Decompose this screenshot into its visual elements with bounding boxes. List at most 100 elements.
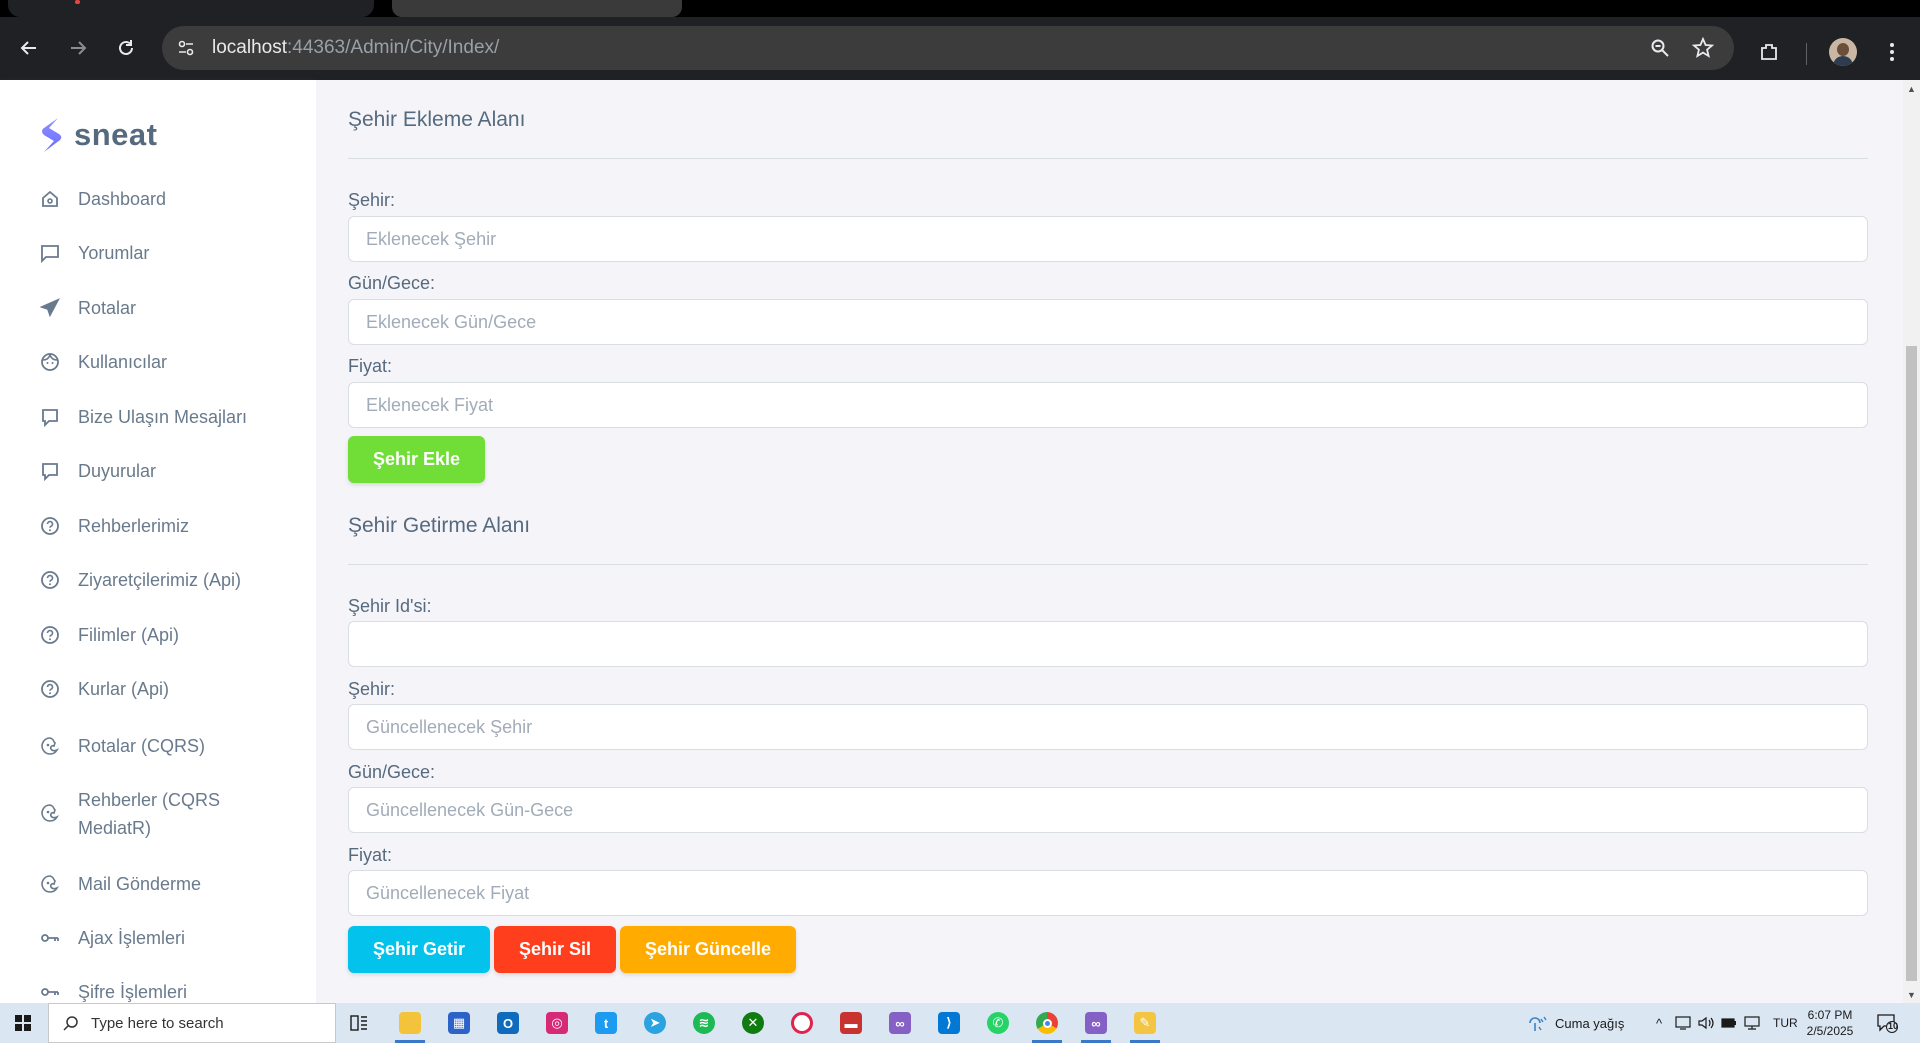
start-button[interactable]: [0, 1003, 46, 1043]
taskbar-telegram[interactable]: ➤: [636, 1007, 674, 1039]
weather-icon[interactable]: [1526, 1013, 1550, 1033]
xbox-icon: ✕: [742, 1012, 764, 1034]
page-scrollbar[interactable]: ▲ ▼: [1903, 80, 1920, 1003]
taskbar-store[interactable]: ▦: [440, 1007, 478, 1039]
taskbar-file-explorer[interactable]: [391, 1007, 429, 1043]
sidebar-item-ziyaretcilerimiz[interactable]: Ziyaretçilerimiz (Api): [38, 569, 298, 594]
battery-icon[interactable]: [1720, 1013, 1738, 1033]
sneat-logo-icon: [42, 118, 62, 152]
zoom-icon[interactable]: [1648, 36, 1672, 60]
sidebar-item-label: Kurlar (Api): [78, 679, 170, 699]
get-section-title: Şehir Getirme Alanı: [348, 514, 531, 537]
visual-studio-icon: ∞: [1085, 1012, 1107, 1034]
taskbar-visual-studio-2[interactable]: ∞: [1077, 1007, 1115, 1043]
taskbar-instagram[interactable]: ◎: [538, 1007, 576, 1039]
arrow-right-icon: [71, 41, 87, 55]
store-icon: ▦: [448, 1012, 470, 1034]
taskbar-twitter[interactable]: t: [587, 1007, 625, 1039]
scroll-up-arrow-icon[interactable]: ▲: [1903, 80, 1920, 97]
sidebar-item-duyurular[interactable]: Duyurular: [38, 460, 298, 485]
taskbar-spotify[interactable]: ≋: [685, 1007, 723, 1039]
forward-button[interactable]: [61, 31, 95, 65]
display-icon[interactable]: [1743, 1013, 1761, 1033]
tab-inactive[interactable]: [392, 0, 682, 17]
arrow-left-icon: [20, 41, 36, 55]
get-city-button[interactable]: Şehir Getir: [348, 926, 491, 973]
task-view-button[interactable]: [340, 1007, 378, 1039]
delete-city-button[interactable]: Şehir Sil: [494, 926, 617, 973]
scroll-thumb[interactable]: [1906, 346, 1917, 981]
profile-avatar[interactable]: [1829, 38, 1857, 66]
sidebar-item-rotalar-cqrs[interactable]: Rotalar (CQRS): [38, 735, 298, 760]
sidebar-item-label: Rehberlerimiz: [78, 516, 190, 536]
reload-button[interactable]: [109, 31, 143, 65]
windows-logo-icon: [15, 1015, 31, 1031]
add-city-button[interactable]: Şehir Ekle: [348, 436, 486, 483]
extensions-icon[interactable]: [1756, 39, 1782, 65]
taskbar-vscode[interactable]: ⟩: [930, 1007, 968, 1039]
sidebar-item-rehberlerimiz[interactable]: Rehberlerimiz: [38, 515, 298, 540]
sidebar-item-bize-ulasin-mesajlari[interactable]: Bize Ulaşın Mesajları: [38, 406, 298, 431]
sidebar-item-filimler[interactable]: Filimler (Api): [38, 624, 298, 649]
folder-icon: [399, 1012, 421, 1034]
notification-center-button[interactable]: 10: [1876, 1013, 1898, 1033]
update-daynight-input[interactable]: [348, 787, 1868, 833]
key-icon: [38, 980, 62, 1003]
add-city-label: Şehir:: [348, 190, 396, 210]
sidebar-item-ajax-islemleri[interactable]: Ajax İşlemleri: [38, 927, 298, 952]
chevron-up-icon[interactable]: ^: [1650, 1013, 1668, 1033]
address-bar[interactable]: localhost:44363/Admin/City/Index/: [162, 26, 1734, 70]
sidebar-item-kullanicilar[interactable]: Kullanıcılar: [38, 351, 298, 376]
clock[interactable]: 6:07 PM 2/5/2025: [1800, 1007, 1860, 1039]
brand[interactable]: sneat: [38, 116, 157, 154]
help-icon: [38, 514, 62, 538]
city-card: Şehir Ekleme Alanı Şehir: Gün/Gece: Fiya…: [316, 80, 1903, 1003]
sidebar-item-label: Rotalar (CQRS): [78, 736, 206, 756]
sidebar-item-rotalar[interactable]: Rotalar: [38, 297, 298, 322]
get-id-input[interactable]: [348, 621, 1868, 667]
add-city-input[interactable]: [348, 216, 1868, 262]
update-price-input[interactable]: [348, 870, 1868, 916]
site-settings-icon[interactable]: [174, 36, 198, 60]
tab-active[interactable]: [8, 0, 374, 17]
taskbar-paint[interactable]: ✎: [1126, 1007, 1164, 1043]
sidebar-item-sifre-islemleri[interactable]: Şifre İşlemleri: [38, 981, 298, 1003]
sidebar-item-mail-gonderme[interactable]: Mail Gönderme: [38, 873, 298, 898]
home-icon: [38, 187, 62, 211]
taskbar-toolbox[interactable]: ▬: [832, 1007, 870, 1039]
help-icon: [38, 677, 62, 701]
more-menu-icon[interactable]: [1879, 39, 1905, 65]
taskbar-outlook[interactable]: O: [489, 1007, 527, 1039]
taskbar-search[interactable]: Type here to search: [48, 1003, 336, 1043]
scroll-down-arrow-icon[interactable]: ▼: [1903, 986, 1920, 1003]
sidebar-item-label: Filimler (Api): [78, 625, 179, 645]
plane-icon: [38, 296, 62, 320]
add-price-label: Fiyat:: [348, 356, 393, 376]
add-daynight-label: Gün/Gece:: [348, 273, 436, 293]
language-indicator[interactable]: TUR: [1773, 1003, 1798, 1043]
volume-icon[interactable]: [1697, 1013, 1715, 1033]
add-daynight-input[interactable]: [348, 299, 1868, 345]
taskbar-opera[interactable]: [783, 1007, 821, 1039]
help-icon: [38, 568, 62, 592]
taskbar-visual-studio[interactable]: ∞: [881, 1007, 919, 1039]
update-city-input[interactable]: [348, 704, 1868, 750]
sidebar-item-dashboard[interactable]: Dashboard: [38, 188, 298, 213]
weather-text[interactable]: Cuma yağış: [1555, 1003, 1624, 1043]
taskbar-whatsapp[interactable]: ✆: [979, 1007, 1017, 1039]
bookmark-star-icon[interactable]: [1691, 36, 1715, 60]
sidebar-item-yorumlar[interactable]: Yorumlar: [38, 242, 298, 267]
back-button[interactable]: [12, 31, 46, 65]
taskbar: Type here to search ▦ O ◎ t ➤ ≋ ✕ ▬ ∞ ⟩ …: [0, 1003, 1920, 1043]
add-price-input[interactable]: [348, 382, 1868, 428]
network-icon[interactable]: [1674, 1013, 1692, 1033]
taskbar-xbox[interactable]: ✕: [734, 1007, 772, 1039]
task-view-icon: [350, 1015, 367, 1031]
update-price-label: Fiyat:: [348, 845, 393, 865]
mailchimp-icon: [38, 801, 62, 825]
update-city-button[interactable]: Şehir Güncelle: [620, 926, 797, 973]
sidebar-item-kurlar[interactable]: Kurlar (Api): [38, 678, 298, 703]
sidebar-item-rehberler-cqrs[interactable]: Rehberler (CQRS MediatR): [38, 789, 298, 842]
sidebar-item-label: Şifre İşlemleri: [78, 982, 188, 1002]
taskbar-chrome[interactable]: [1028, 1007, 1066, 1043]
